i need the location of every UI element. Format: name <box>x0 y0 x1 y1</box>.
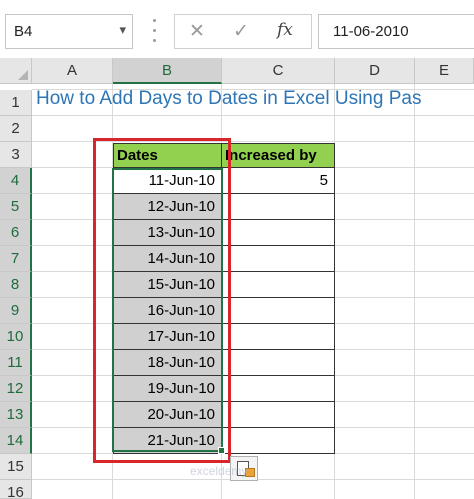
date-cell[interactable]: 21-Jun-10 <box>113 428 222 454</box>
sheet-title[interactable]: How to Add Days to Dates in Excel Using … <box>36 88 421 110</box>
formula-bar-area: B4 ▾ ✕ ✓ fx 11-06-2010 <box>0 0 474 58</box>
date-cell[interactable]: 13-Jun-10 <box>113 220 222 246</box>
cancel-x-icon[interactable]: ✕ <box>189 20 205 43</box>
formula-buttons: ✕ ✓ fx <box>174 14 312 49</box>
date-cell[interactable]: 16-Jun-10 <box>113 298 222 324</box>
column-header-c[interactable]: C <box>222 58 335 84</box>
chevron-down-icon[interactable]: ▾ <box>119 22 126 38</box>
row-header-11[interactable]: 11 <box>0 350 32 376</box>
row-header-7[interactable]: 7 <box>0 246 32 272</box>
row-header-15[interactable]: 15 <box>0 454 32 480</box>
row-header-3[interactable]: 3 <box>0 142 32 168</box>
fill-handle[interactable] <box>218 447 225 454</box>
row-header-16[interactable]: 16 <box>0 480 32 499</box>
row-header-10[interactable]: 10 <box>0 324 32 350</box>
increase-cell[interactable] <box>222 324 335 350</box>
row-header-9[interactable]: 9 <box>0 298 32 324</box>
increase-cell[interactable] <box>222 220 335 246</box>
column-header-e[interactable]: E <box>415 58 474 84</box>
increase-cell[interactable] <box>222 350 335 376</box>
date-cell[interactable]: 18-Jun-10 <box>113 350 222 376</box>
header-increased-by[interactable]: Increased by <box>222 143 335 168</box>
name-box-value: B4 <box>14 23 33 40</box>
column-header-b[interactable]: B <box>113 58 222 84</box>
increase-cell[interactable] <box>222 194 335 220</box>
increase-cell[interactable] <box>222 376 335 402</box>
column-header-d[interactable]: D <box>335 58 415 84</box>
date-cell[interactable]: 14-Jun-10 <box>113 246 222 272</box>
date-cell[interactable]: 11-Jun-10 <box>113 168 222 194</box>
date-cell[interactable]: 19-Jun-10 <box>113 376 222 402</box>
increase-cell[interactable] <box>222 402 335 428</box>
select-all-corner[interactable] <box>0 58 32 84</box>
date-cell[interactable]: 12-Jun-10 <box>113 194 222 220</box>
date-cell[interactable]: 17-Jun-10 <box>113 324 222 350</box>
increase-cell[interactable]: 5 <box>222 168 335 194</box>
increase-cell[interactable] <box>222 246 335 272</box>
date-cell[interactable]: 15-Jun-10 <box>113 272 222 298</box>
row-header-14[interactable]: 14 <box>0 428 32 454</box>
row-header-5[interactable]: 5 <box>0 194 32 220</box>
row-header-2[interactable]: 2 <box>0 116 32 142</box>
row-header-8[interactable]: 8 <box>0 272 32 298</box>
watermark-logo: exceldemy <box>190 464 248 478</box>
row-header-4[interactable]: 4 <box>0 168 32 194</box>
formula-input[interactable]: 11-06-2010 <box>318 14 474 49</box>
increase-cell[interactable] <box>222 272 335 298</box>
date-cell[interactable]: 20-Jun-10 <box>113 402 222 428</box>
increase-cell[interactable] <box>222 428 335 454</box>
row-header-1[interactable]: 1 <box>0 90 32 116</box>
drag-handle-icon[interactable] <box>152 12 158 50</box>
check-icon[interactable]: ✓ <box>233 20 249 43</box>
increase-cell[interactable] <box>222 298 335 324</box>
header-dates[interactable]: Dates <box>113 143 222 168</box>
column-header-a[interactable]: A <box>32 58 113 84</box>
formula-value: 11-06-2010 <box>333 23 409 40</box>
name-box[interactable]: B4 ▾ <box>5 14 133 49</box>
row-header-13[interactable]: 13 <box>0 402 32 428</box>
row-header-6[interactable]: 6 <box>0 220 32 246</box>
row-header-12[interactable]: 12 <box>0 376 32 402</box>
insert-function-icon[interactable]: fx <box>277 20 293 40</box>
